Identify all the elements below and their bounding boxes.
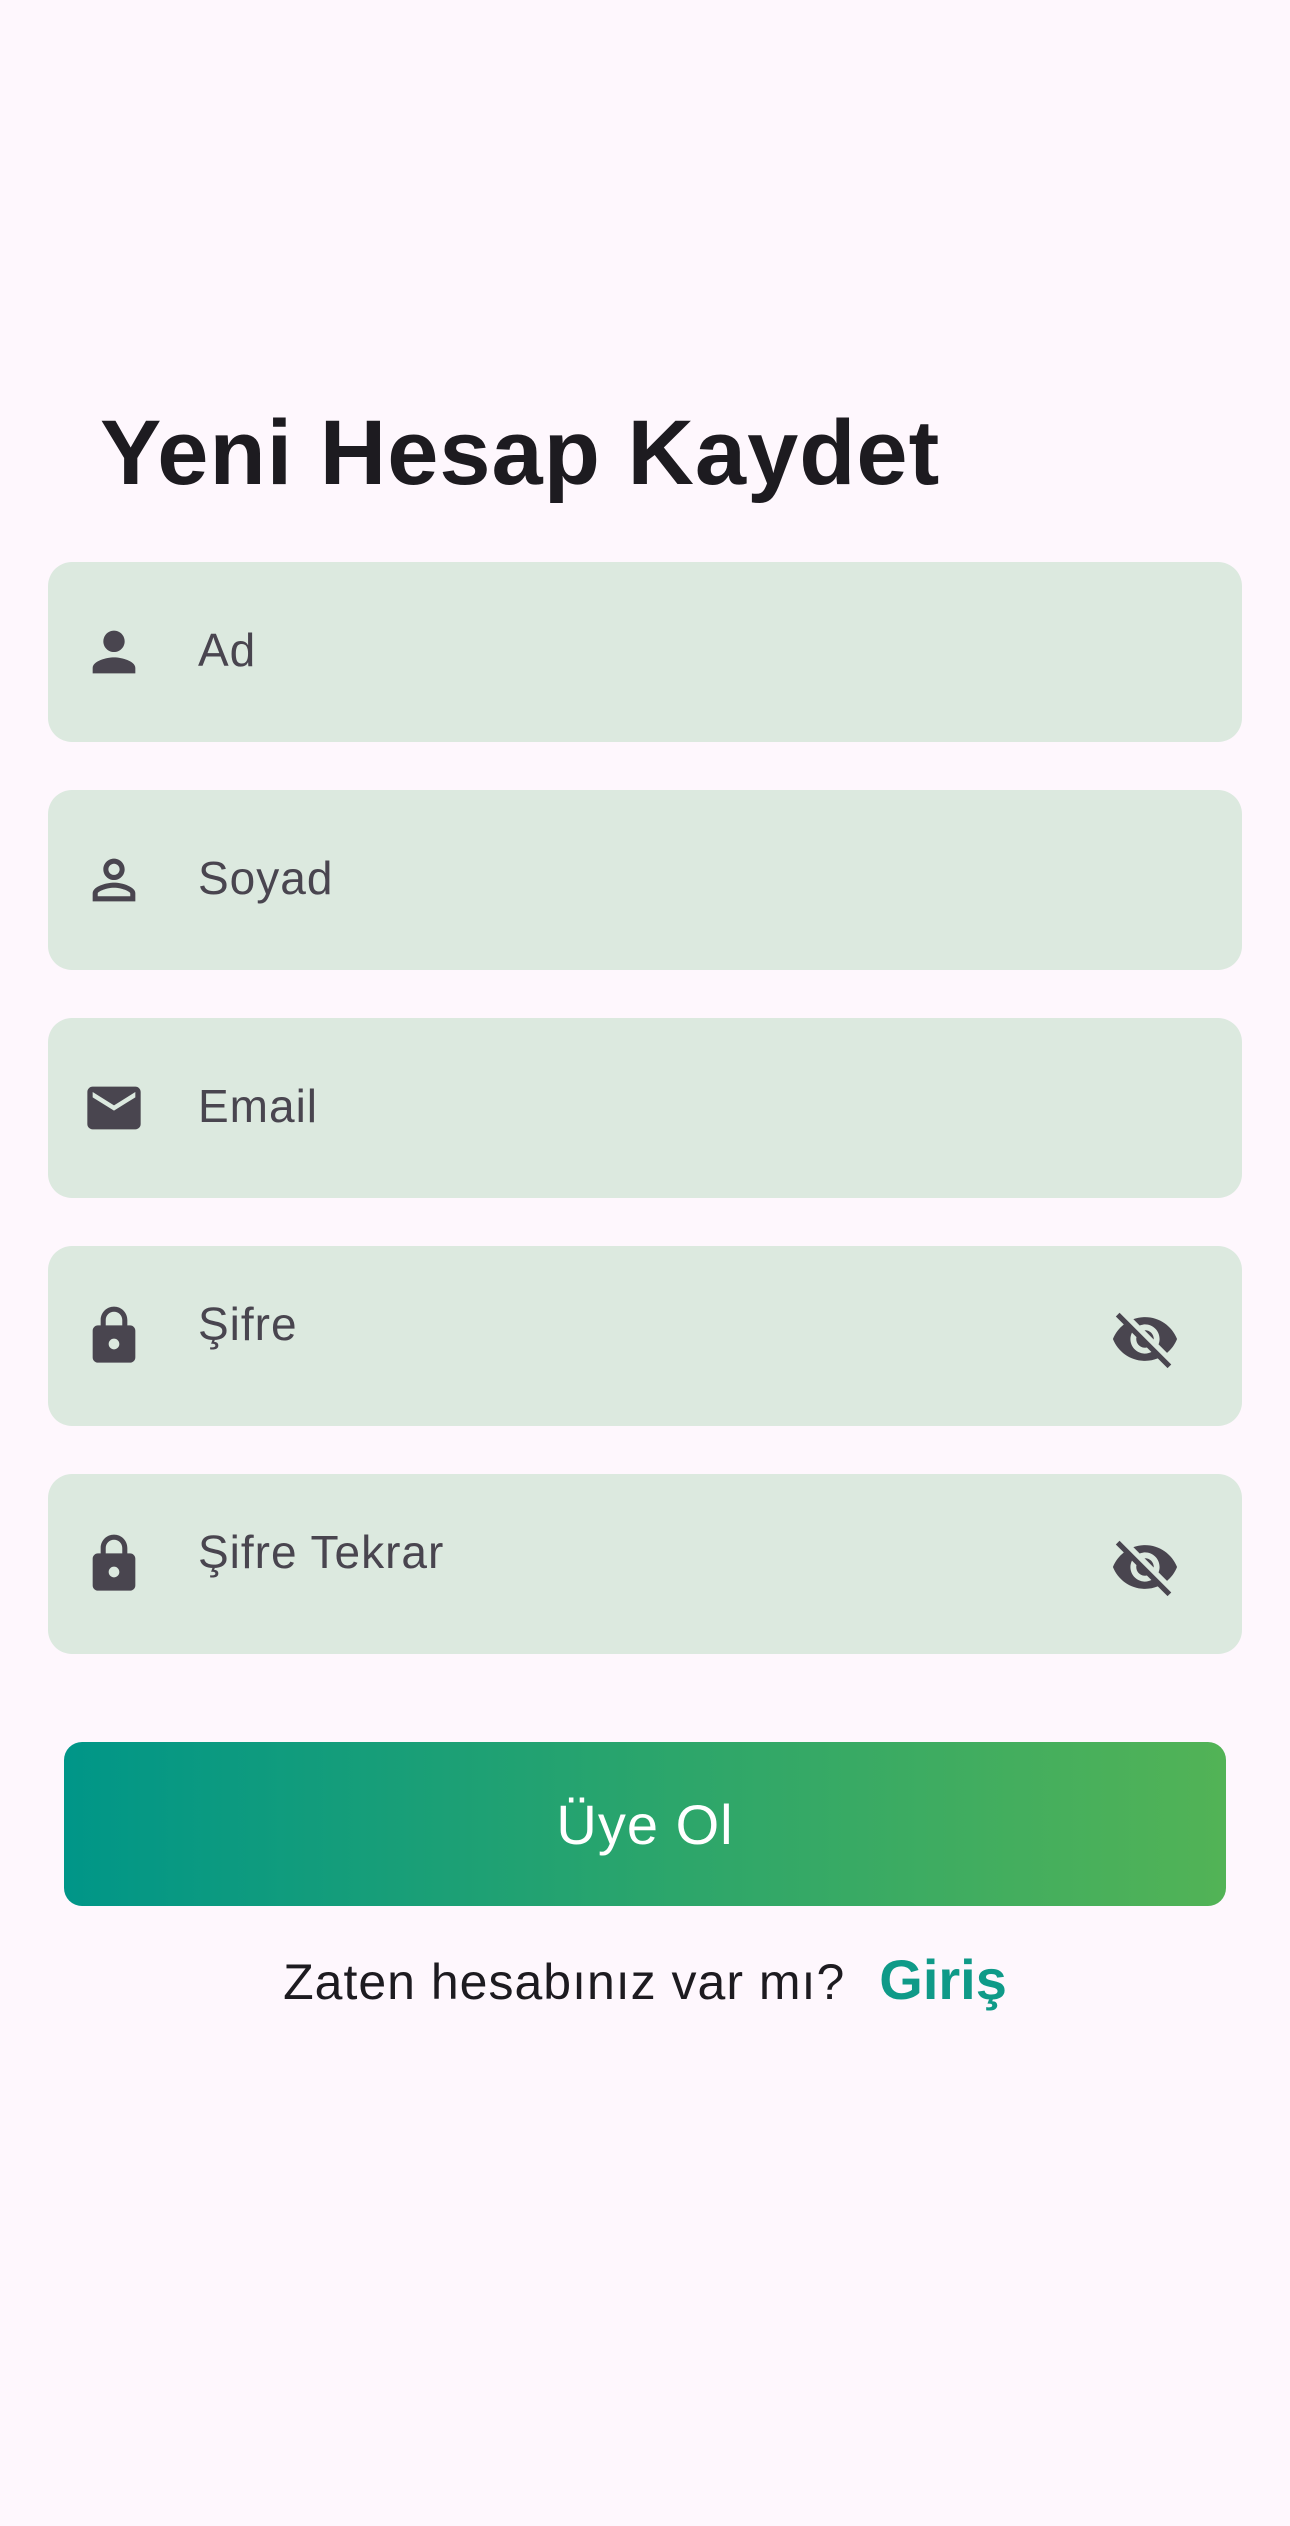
email-field[interactable] [48, 1018, 1242, 1198]
password-confirm-input[interactable] [198, 1516, 1098, 1588]
first-name-input[interactable] [198, 614, 1098, 686]
person-outline-icon [82, 848, 146, 912]
page-title: Yeni Hesap Kaydet [100, 402, 941, 504]
password-field[interactable] [48, 1246, 1242, 1426]
login-prompt: Zaten hesabınız var mı? Giriş [0, 1940, 1290, 2022]
password-confirm-field[interactable] [48, 1474, 1242, 1654]
last-name-input[interactable] [198, 842, 1098, 914]
visibility-off-icon[interactable] [1110, 1532, 1180, 1602]
password-input[interactable] [198, 1288, 1098, 1360]
login-question: Zaten hesabınız var mı? [283, 1954, 846, 2010]
first-name-field[interactable] [48, 562, 1242, 742]
visibility-off-icon[interactable] [1110, 1304, 1180, 1374]
sign-up-button[interactable]: Üye Ol [64, 1742, 1226, 1906]
mail-icon [82, 1076, 146, 1140]
login-link[interactable]: Giriş [879, 1948, 1007, 2011]
last-name-field[interactable] [48, 790, 1242, 970]
email-input[interactable] [198, 1070, 1098, 1142]
lock-icon [82, 1304, 146, 1368]
lock-icon [82, 1532, 146, 1596]
person-icon [82, 620, 146, 684]
